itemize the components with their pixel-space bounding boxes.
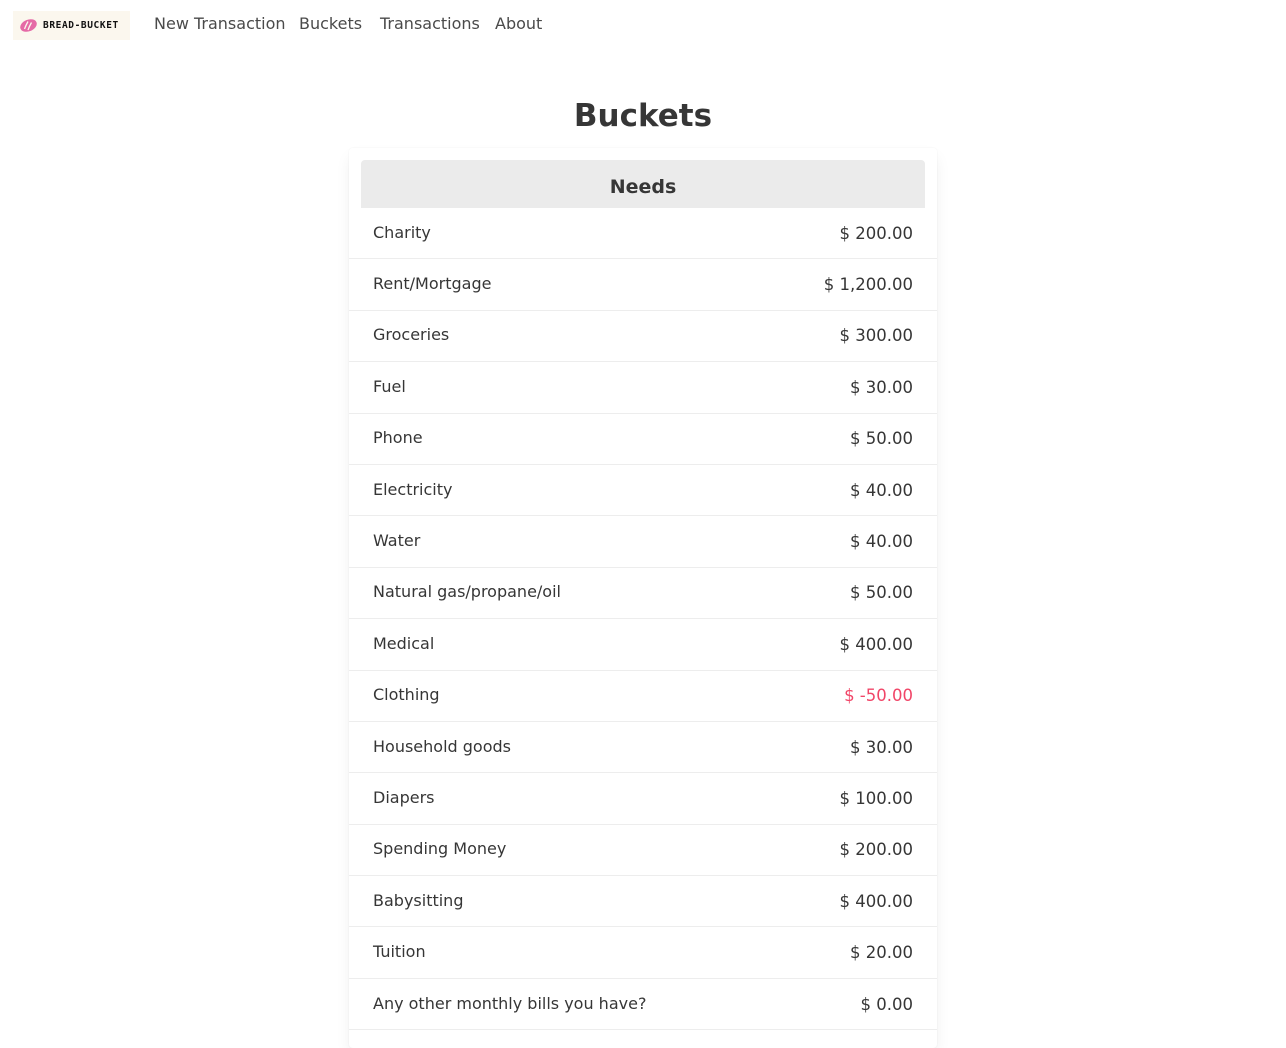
nav-buckets[interactable]: Buckets [299,14,362,33]
buckets-card: Needs Charity $ 200.00 Rent/Mortgage $ 1,20… [349,148,937,1048]
bucket-amount: $ 30.00 [850,377,913,397]
bucket-amount: $ 0.00 [860,994,913,1014]
bucket-amount: $ 400.00 [839,891,913,911]
bucket-row[interactable]: Charity $ 200.00 [349,208,937,260]
bucket-name: Charity [373,222,431,242]
bread-icon [19,18,38,33]
bucket-name: Phone [373,428,423,448]
bucket-row[interactable]: Electricity $ 40.00 [349,465,937,517]
bucket-row[interactable]: Rent/Mortgage $ 1,200.00 [349,259,937,311]
bucket-name: Natural gas/propane/oil [373,582,561,602]
bucket-amount: $ 30.00 [850,737,913,757]
nav-new-transaction[interactable]: New Transaction [154,14,286,33]
bucket-amount: $ 40.00 [850,532,913,552]
bucket-name: Babysitting [373,890,464,910]
bucket-row[interactable]: Phone $ 50.00 [349,414,937,465]
bucket-amount: $ 300.00 [839,326,913,346]
bucket-amount: $ 200.00 [839,223,913,243]
bucket-row[interactable]: Spending Money $ 200.00 [349,825,937,877]
bucket-row[interactable]: Medical $ 400.00 [349,619,937,671]
section-header-needs: Needs [361,160,925,208]
nav-transactions[interactable]: Transactions [380,14,480,33]
bucket-row[interactable]: Household goods $ 30.00 [349,722,937,774]
bucket-name: Medical [373,633,435,653]
bucket-row[interactable]: Babysitting $ 400.00 [349,876,937,928]
nav-about[interactable]: About [495,14,542,33]
bucket-amount: $ 100.00 [839,788,913,808]
bucket-amount: $ 400.00 [839,634,913,654]
bucket-row[interactable]: Any other monthly bills you have? $ 0.00 [349,979,937,1031]
bucket-amount: $ 1,200.00 [823,275,913,295]
bucket-amount: $ 50.00 [850,429,913,449]
bucket-name: Tuition [373,942,426,962]
brand-text: BREAD-BUCKET [43,20,119,31]
bucket-row[interactable]: Fuel $ 30.00 [349,362,937,414]
bucket-name: Clothing [373,685,440,705]
bucket-amount: $ 50.00 [850,583,913,603]
bucket-name: Diapers [373,787,435,807]
brand-logo[interactable]: BREAD-BUCKET [13,11,130,40]
bucket-row[interactable]: Natural gas/propane/oil $ 50.00 [349,568,937,620]
bucket-row[interactable]: Clothing $ -50.00 [349,671,937,722]
bucket-row[interactable]: Groceries $ 300.00 [349,311,937,363]
bucket-name: Fuel [373,376,406,396]
bucket-name: Electricity [373,479,453,499]
bucket-row[interactable]: Water $ 40.00 [349,516,937,568]
bucket-amount: $ 20.00 [850,943,913,963]
bucket-name: Rent/Mortgage [373,274,492,294]
page-title: Buckets [573,98,713,134]
bucket-name: Water [373,531,421,551]
bucket-amount: $ -50.00 [844,686,913,706]
bucket-amount: $ 200.00 [839,840,913,860]
bucket-row[interactable]: Diapers $ 100.00 [349,773,937,825]
needs-list: Charity $ 200.00 Rent/Mortgage $ 1,200.00 Gr… [349,208,937,1031]
navbar: BREAD-BUCKET New Transaction Buckets Tra… [0,0,1286,52]
bucket-row[interactable]: Tuition $ 20.00 [349,927,937,979]
bucket-name: Household goods [373,736,511,756]
bucket-name: Groceries [373,325,450,345]
bucket-name: Spending Money [373,839,507,859]
bucket-name: Any other monthly bills you have? [373,993,647,1013]
bucket-amount: $ 40.00 [850,480,913,500]
